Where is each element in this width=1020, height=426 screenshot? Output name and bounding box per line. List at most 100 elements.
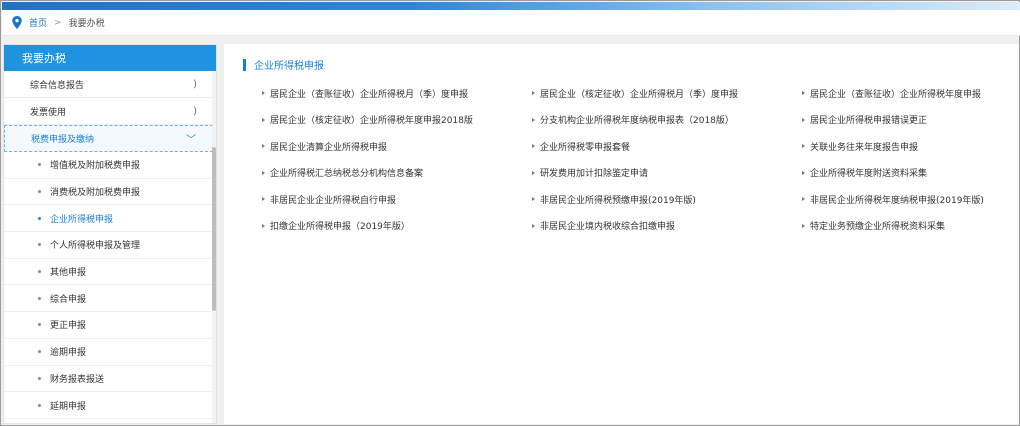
service-link-label: 企业所得税零申报套餐 bbox=[540, 142, 631, 153]
sidebar-subitem-consumption-tax[interactable]: 消费税及附加税费申报 bbox=[4, 179, 213, 206]
top-banner bbox=[2, 2, 1020, 10]
bullet-icon bbox=[38, 376, 41, 380]
bullet-icon bbox=[38, 350, 41, 354]
sidebar-item-label: 税费申报及缴纳 bbox=[31, 135, 95, 145]
service-link[interactable]: 特定业务预缴企业所得税资料采集 bbox=[802, 213, 1014, 240]
sidebar-subitem-personal-income-tax[interactable]: 个人所得税申报及管理 bbox=[4, 232, 213, 259]
sidebar-subitem-vat[interactable]: 增值税及附加税费申报 bbox=[4, 152, 213, 179]
caret-right-icon bbox=[802, 91, 805, 96]
service-link-label: 分支机构企业所得税年度纳税申报表（2018版） bbox=[540, 116, 734, 127]
caret-right-icon bbox=[802, 117, 805, 122]
service-link[interactable]: 分支机构企业所得税年度纳税申报表（2018版） bbox=[532, 107, 802, 134]
service-link-label: 居民企业所得税申报错误更正 bbox=[810, 116, 928, 127]
service-link-label: 企业所得税汇总纳税总分机构信息备案 bbox=[270, 169, 424, 180]
chevron-right-icon: ) bbox=[193, 105, 197, 117]
sidebar-subitem-label: 其他申报 bbox=[50, 268, 87, 279]
service-link[interactable]: 居民企业（核定征收）企业所得税月（季）度申报 bbox=[532, 80, 802, 107]
caret-right-icon bbox=[532, 117, 535, 122]
bullet-icon bbox=[38, 296, 41, 300]
section-title-text: 企业所得税申报 bbox=[254, 61, 324, 72]
caret-right-icon bbox=[532, 91, 535, 96]
caret-right-icon bbox=[802, 197, 805, 202]
sidebar-subitem-overdue[interactable]: 逾期申报 bbox=[4, 339, 213, 366]
service-link-label: 居民企业（核定征收）企业所得税月（季）度申报 bbox=[540, 89, 739, 100]
sidebar-item-invoice[interactable]: 发票使用 ) bbox=[4, 98, 213, 125]
section-title: 企业所得税申报 bbox=[243, 57, 324, 72]
bullet-icon bbox=[38, 243, 41, 247]
caret-right-icon bbox=[532, 144, 535, 149]
window-frame: 首页 > 我要办税 我要办税 综合信息报告 ) 发票使用 ) 税费申报及缴纳 ﹀… bbox=[0, 0, 1020, 426]
breadcrumb-current: 我要办税 bbox=[68, 19, 105, 29]
sidebar-subitem-correction[interactable]: 更正申报 bbox=[4, 312, 213, 339]
caret-right-icon bbox=[262, 144, 265, 149]
bullet-icon bbox=[38, 403, 41, 407]
service-link-label: 居民企业（查账征收）企业所得税月（季）度申报 bbox=[270, 89, 469, 100]
chevron-down-icon: ﹀ bbox=[186, 135, 196, 146]
sidebar-item-tax-declaration[interactable]: 税费申报及缴纳 ﹀ bbox=[4, 125, 213, 152]
service-link[interactable]: 扣缴企业所得税申报（2019年版） bbox=[262, 213, 532, 240]
chevron-right-icon: ) bbox=[193, 78, 197, 90]
sidebar-item-info-report[interactable]: 综合信息报告 ) bbox=[4, 71, 213, 98]
service-link[interactable]: 企业所得税年度附送资料采集 bbox=[802, 160, 1014, 187]
caret-right-icon bbox=[802, 223, 805, 228]
main-panel: 企业所得税申报 居民企业（查账征收）企业所得税月（季）度申报 居民企业（核定征收… bbox=[224, 44, 1019, 424]
sidebar-scrollbar[interactable] bbox=[212, 71, 216, 423]
service-link-label: 非居民企业所得税预缴申报(2019年版) bbox=[540, 195, 696, 206]
caret-right-icon bbox=[532, 170, 535, 175]
sidebar: 我要办税 综合信息报告 ) 发票使用 ) 税费申报及缴纳 ﹀ 增值税及附加税费申… bbox=[3, 44, 217, 424]
title-accent-bar bbox=[243, 58, 246, 71]
caret-right-icon bbox=[532, 223, 535, 228]
caret-right-icon bbox=[262, 197, 265, 202]
service-link-label: 特定业务预缴企业所得税资料采集 bbox=[810, 222, 946, 233]
service-link[interactable]: 研发费用加计扣除鉴定申请 bbox=[532, 160, 802, 187]
service-link[interactable]: 居民企业（查账征收）企业所得税年度申报 bbox=[802, 80, 1014, 107]
service-link[interactable]: 居民企业清算企业所得税申报 bbox=[262, 133, 532, 160]
sidebar-subitem-label: 增值税及附加税费申报 bbox=[50, 161, 141, 172]
breadcrumb: 首页 > 我要办税 bbox=[2, 10, 1020, 36]
sidebar-subitem-deferred[interactable]: 延期申报 bbox=[4, 392, 213, 419]
sidebar-subitem-comprehensive[interactable]: 综合申报 bbox=[4, 285, 213, 313]
bullet-icon bbox=[38, 323, 41, 327]
bullet-icon bbox=[38, 163, 41, 167]
caret-right-icon bbox=[802, 144, 805, 149]
caret-right-icon bbox=[262, 91, 265, 96]
sidebar-title: 我要办税 bbox=[4, 45, 216, 71]
service-link-label: 企业所得税年度附送资料采集 bbox=[810, 169, 928, 180]
caret-right-icon bbox=[262, 170, 265, 175]
breadcrumb-home-link[interactable]: 首页 bbox=[29, 16, 47, 29]
service-link[interactable]: 企业所得税零申报套餐 bbox=[532, 133, 802, 160]
caret-right-icon bbox=[532, 197, 535, 202]
scrollbar-thumb[interactable] bbox=[212, 147, 216, 311]
service-link-label: 居民企业（查账征收）企业所得税年度申报 bbox=[810, 89, 982, 100]
service-link-label: 非居民企业企业所得税自行申报 bbox=[270, 195, 397, 206]
service-link-label: 居民企业清算企业所得税申报 bbox=[270, 142, 388, 153]
sidebar-subitem-label: 企业所得税申报 bbox=[50, 214, 114, 225]
service-link-label: 非居民企业所得税年度纳税申报(2019年版) bbox=[810, 195, 984, 206]
sidebar-subitem-label: 更正申报 bbox=[50, 321, 87, 332]
caret-right-icon bbox=[262, 117, 265, 122]
sidebar-subitem-label: 逾期申报 bbox=[50, 348, 87, 359]
sidebar-subitem-label: 财务报表报送 bbox=[50, 374, 105, 385]
service-link[interactable]: 关联业务往来年度报告申报 bbox=[802, 133, 1014, 160]
service-link[interactable]: 居民企业（核定征收）企业所得税年度申报2018版 bbox=[262, 107, 532, 134]
service-link[interactable]: 非居民企业所得税年度纳税申报(2019年版) bbox=[802, 186, 1014, 213]
sidebar-subitem-label: 综合申报 bbox=[50, 294, 87, 305]
service-link[interactable]: 居民企业（查账征收）企业所得税月（季）度申报 bbox=[262, 80, 532, 107]
bullet-icon bbox=[38, 270, 41, 274]
service-link[interactable]: 非居民企业所得税预缴申报(2019年版) bbox=[532, 186, 802, 213]
caret-right-icon bbox=[262, 223, 265, 228]
sidebar-item-label: 发票使用 bbox=[30, 107, 67, 118]
service-link-label: 扣缴企业所得税申报（2019年版） bbox=[270, 222, 410, 233]
service-link-label: 居民企业（核定征收）企业所得税年度申报2018版 bbox=[270, 116, 473, 127]
service-link[interactable]: 非居民企业境内税收综合扣缴申报 bbox=[532, 213, 802, 240]
sidebar-subitem-other[interactable]: 其他申报 bbox=[4, 259, 213, 286]
service-link[interactable]: 企业所得税汇总纳税总分机构信息备案 bbox=[262, 160, 532, 187]
service-link[interactable]: 非居民企业企业所得税自行申报 bbox=[262, 186, 532, 213]
sidebar-subitem-corporate-income-tax[interactable]: 企业所得税申报 bbox=[4, 205, 213, 233]
service-link[interactable]: 居民企业所得税申报错误更正 bbox=[802, 107, 1014, 134]
sidebar-item-label: 综合信息报告 bbox=[30, 80, 85, 91]
bullet-icon bbox=[38, 190, 41, 194]
sidebar-subitem-financial-report[interactable]: 财务报表报送 bbox=[4, 366, 213, 393]
service-link-label: 关联业务往来年度报告申报 bbox=[810, 142, 919, 153]
service-link-grid: 居民企业（查账征收）企业所得税月（季）度申报 居民企业（核定征收）企业所得税月（… bbox=[262, 80, 1014, 239]
